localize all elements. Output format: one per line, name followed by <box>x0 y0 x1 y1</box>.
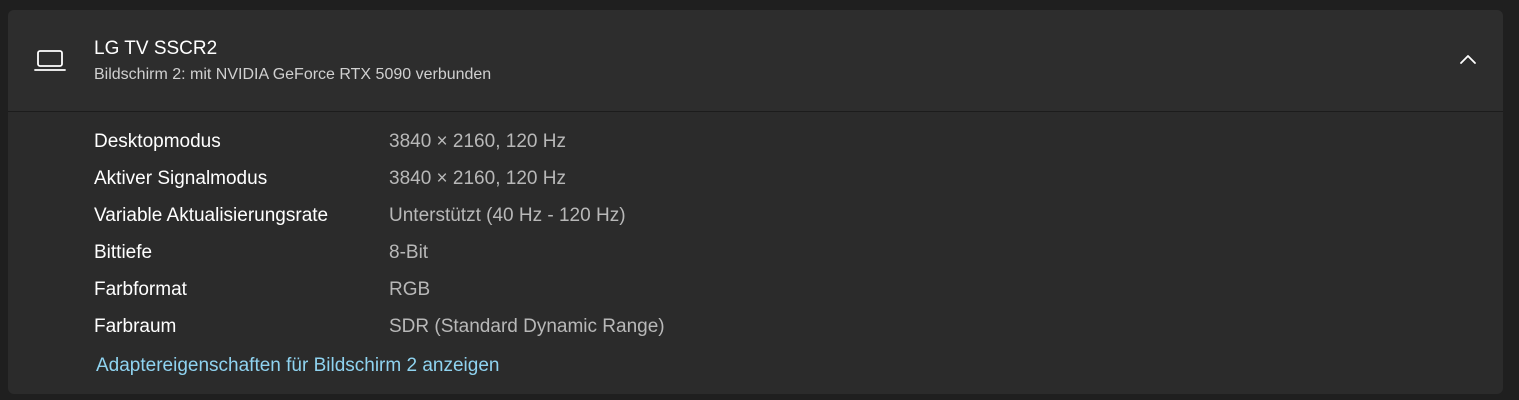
collapse-button[interactable] <box>1450 46 1486 76</box>
display-subtitle: Bildschirm 2: mit NVIDIA GeForce RTX 509… <box>94 66 492 83</box>
display-title: LG TV SSCR2 <box>94 38 218 59</box>
adapter-properties-link[interactable]: Adaptereigenschaften für Bildschirm 2 an… <box>96 355 499 377</box>
detail-label: Farbraum <box>94 316 177 337</box>
detail-label: Aktiver Signalmodus <box>94 168 268 189</box>
detail-value: 8-Bit <box>389 242 429 263</box>
detail-row-bit-depth: Bittiefe 8-Bit <box>94 242 1394 272</box>
detail-row-color-space: Farbraum SDR (Standard Dynamic Range) <box>94 316 1394 346</box>
detail-label: Farbformat <box>94 279 187 300</box>
detail-label: Bittiefe <box>94 242 153 263</box>
detail-row-active-signal-mode: Aktiver Signalmodus 3840 × 2160, 120 Hz <box>94 168 1394 198</box>
display-details: Desktopmodus 3840 × 2160, 120 Hz Aktiver… <box>8 112 1503 394</box>
laptop-icon <box>34 47 66 73</box>
detail-value: Unterstützt (40 Hz - 120 Hz) <box>389 205 626 226</box>
display-info-card: LG TV SSCR2 Bildschirm 2: mit NVIDIA GeF… <box>8 10 1503 394</box>
display-header[interactable]: LG TV SSCR2 Bildschirm 2: mit NVIDIA GeF… <box>8 10 1503 112</box>
detail-row-desktop-mode: Desktopmodus 3840 × 2160, 120 Hz <box>94 131 1394 161</box>
detail-value: 3840 × 2160, 120 Hz <box>389 131 566 152</box>
detail-label: Desktopmodus <box>94 131 221 152</box>
detail-label: Variable Aktualisierungsrate <box>94 205 329 226</box>
detail-value: RGB <box>389 279 431 300</box>
detail-row-variable-refresh-rate: Variable Aktualisierungsrate Unterstützt… <box>94 205 1394 235</box>
detail-row-color-format: Farbformat RGB <box>94 279 1394 309</box>
detail-value: SDR (Standard Dynamic Range) <box>389 316 665 337</box>
detail-value: 3840 × 2160, 120 Hz <box>389 168 566 189</box>
chevron-up-icon <box>1459 52 1477 70</box>
